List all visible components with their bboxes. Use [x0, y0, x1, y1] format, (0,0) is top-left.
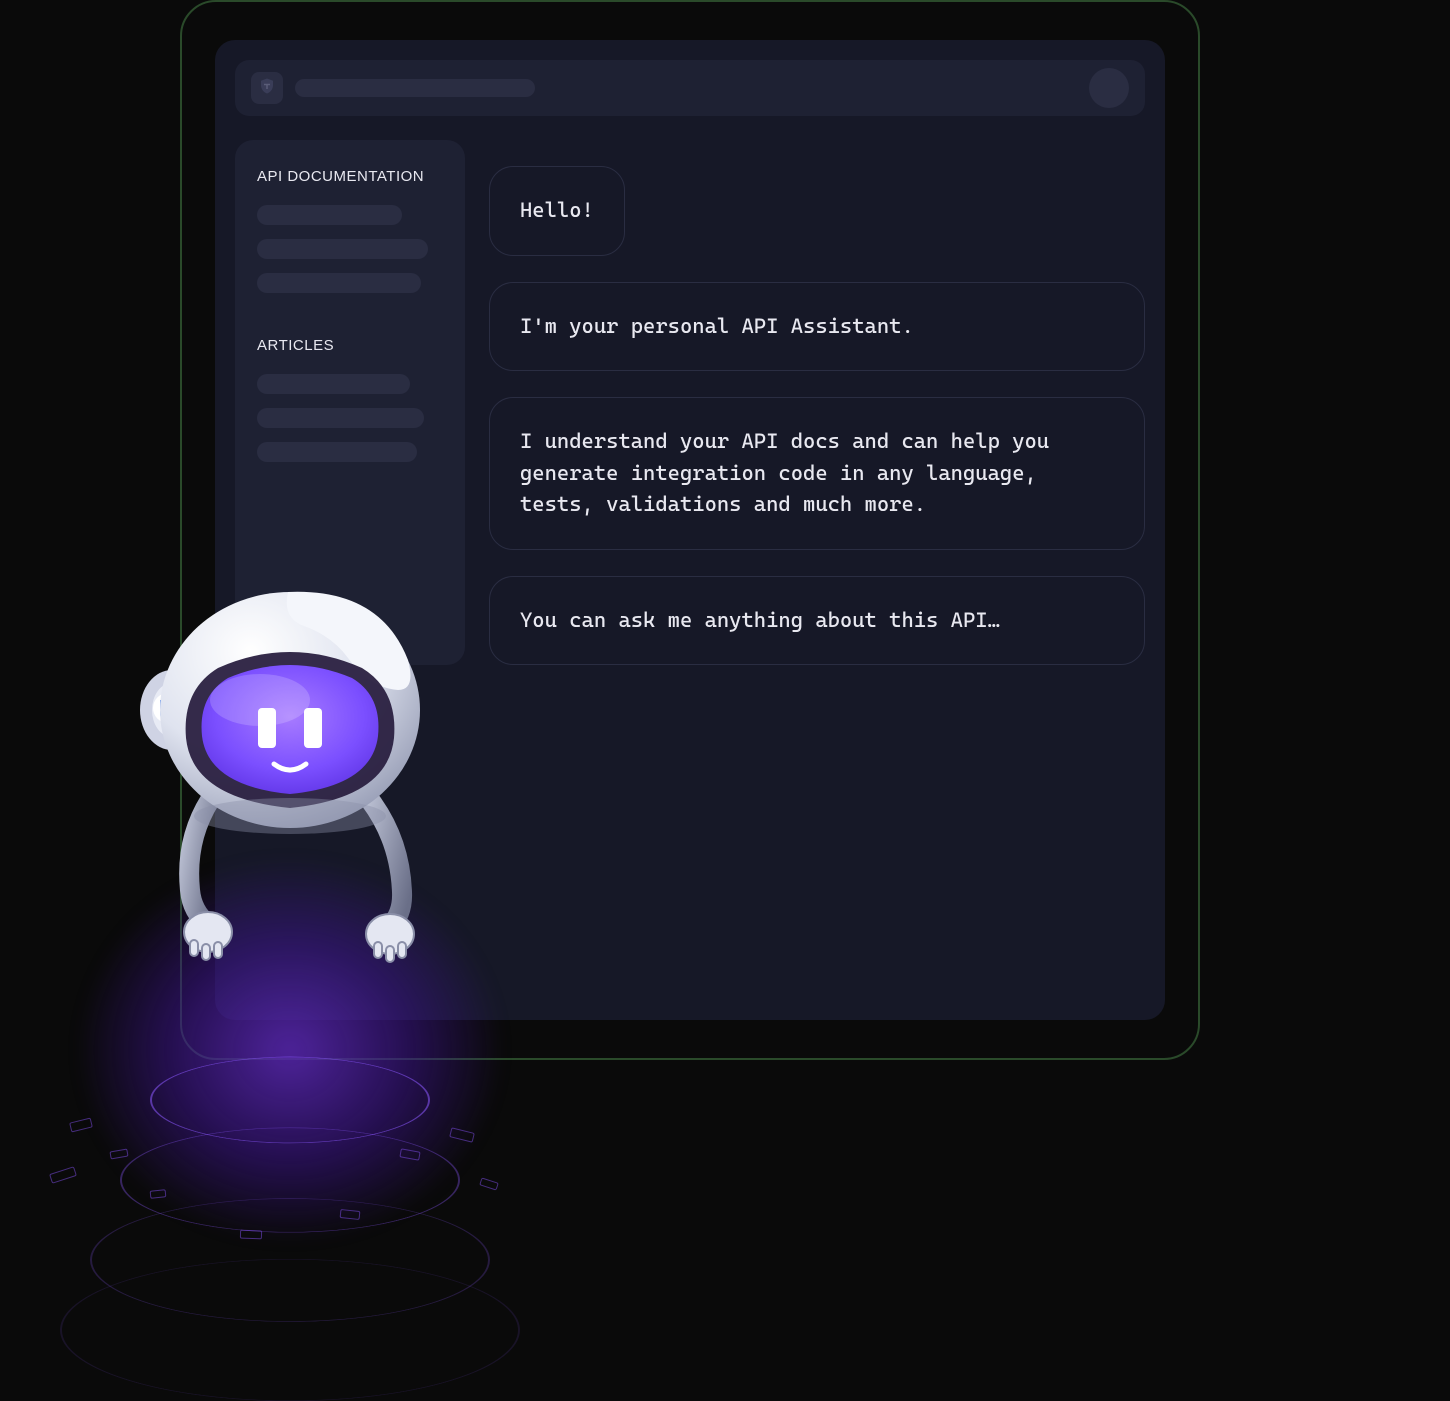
portal-ring: [150, 1057, 430, 1144]
sidebar-item-placeholder[interactable]: [257, 205, 402, 225]
tech-bits: [40, 1080, 540, 1280]
chat-message: I'm your personal API Assistant.: [489, 282, 1145, 372]
chat-message-text: Hello!: [520, 198, 594, 222]
sidebar-heading-api-docs: API DOCUMENTATION: [257, 168, 443, 185]
sidebar: API DOCUMENTATION ARTICLES: [235, 140, 465, 665]
sidebar-item-placeholder[interactable]: [257, 374, 410, 394]
portal-ring: [120, 1127, 460, 1232]
sidebar-section-api-docs: API DOCUMENTATION: [257, 168, 443, 293]
app-logo[interactable]: [251, 72, 283, 104]
sidebar-item-placeholder[interactable]: [257, 273, 421, 293]
chat-message: I understand your API docs and can help …: [489, 397, 1145, 550]
content-row: API DOCUMENTATION ARTICLES Hello! I'm yo…: [235, 140, 1145, 665]
sidebar-heading-articles: ARTICLES: [257, 337, 443, 354]
chat-message: You can ask me anything about this API…: [489, 576, 1145, 666]
portal-ring: [60, 1259, 520, 1401]
shield-t-icon: [258, 77, 276, 99]
url-bar-placeholder[interactable]: [295, 79, 535, 97]
chat-area: Hello! I'm your personal API Assistant. …: [489, 140, 1145, 665]
top-bar: [235, 60, 1145, 116]
chat-message: Hello!: [489, 166, 625, 256]
chat-message-text: I understand your API docs and can help …: [520, 429, 1049, 516]
sidebar-item-placeholder[interactable]: [257, 442, 417, 462]
sidebar-section-articles: ARTICLES: [257, 337, 443, 462]
app-window: API DOCUMENTATION ARTICLES Hello! I'm yo…: [215, 40, 1165, 1020]
chat-message-text: You can ask me anything about this API…: [520, 608, 1000, 632]
sidebar-item-placeholder[interactable]: [257, 408, 424, 428]
chat-message-text: I'm your personal API Assistant.: [520, 314, 914, 338]
sidebar-item-placeholder[interactable]: [257, 239, 428, 259]
portal-ring: [90, 1198, 490, 1322]
avatar[interactable]: [1089, 68, 1129, 108]
